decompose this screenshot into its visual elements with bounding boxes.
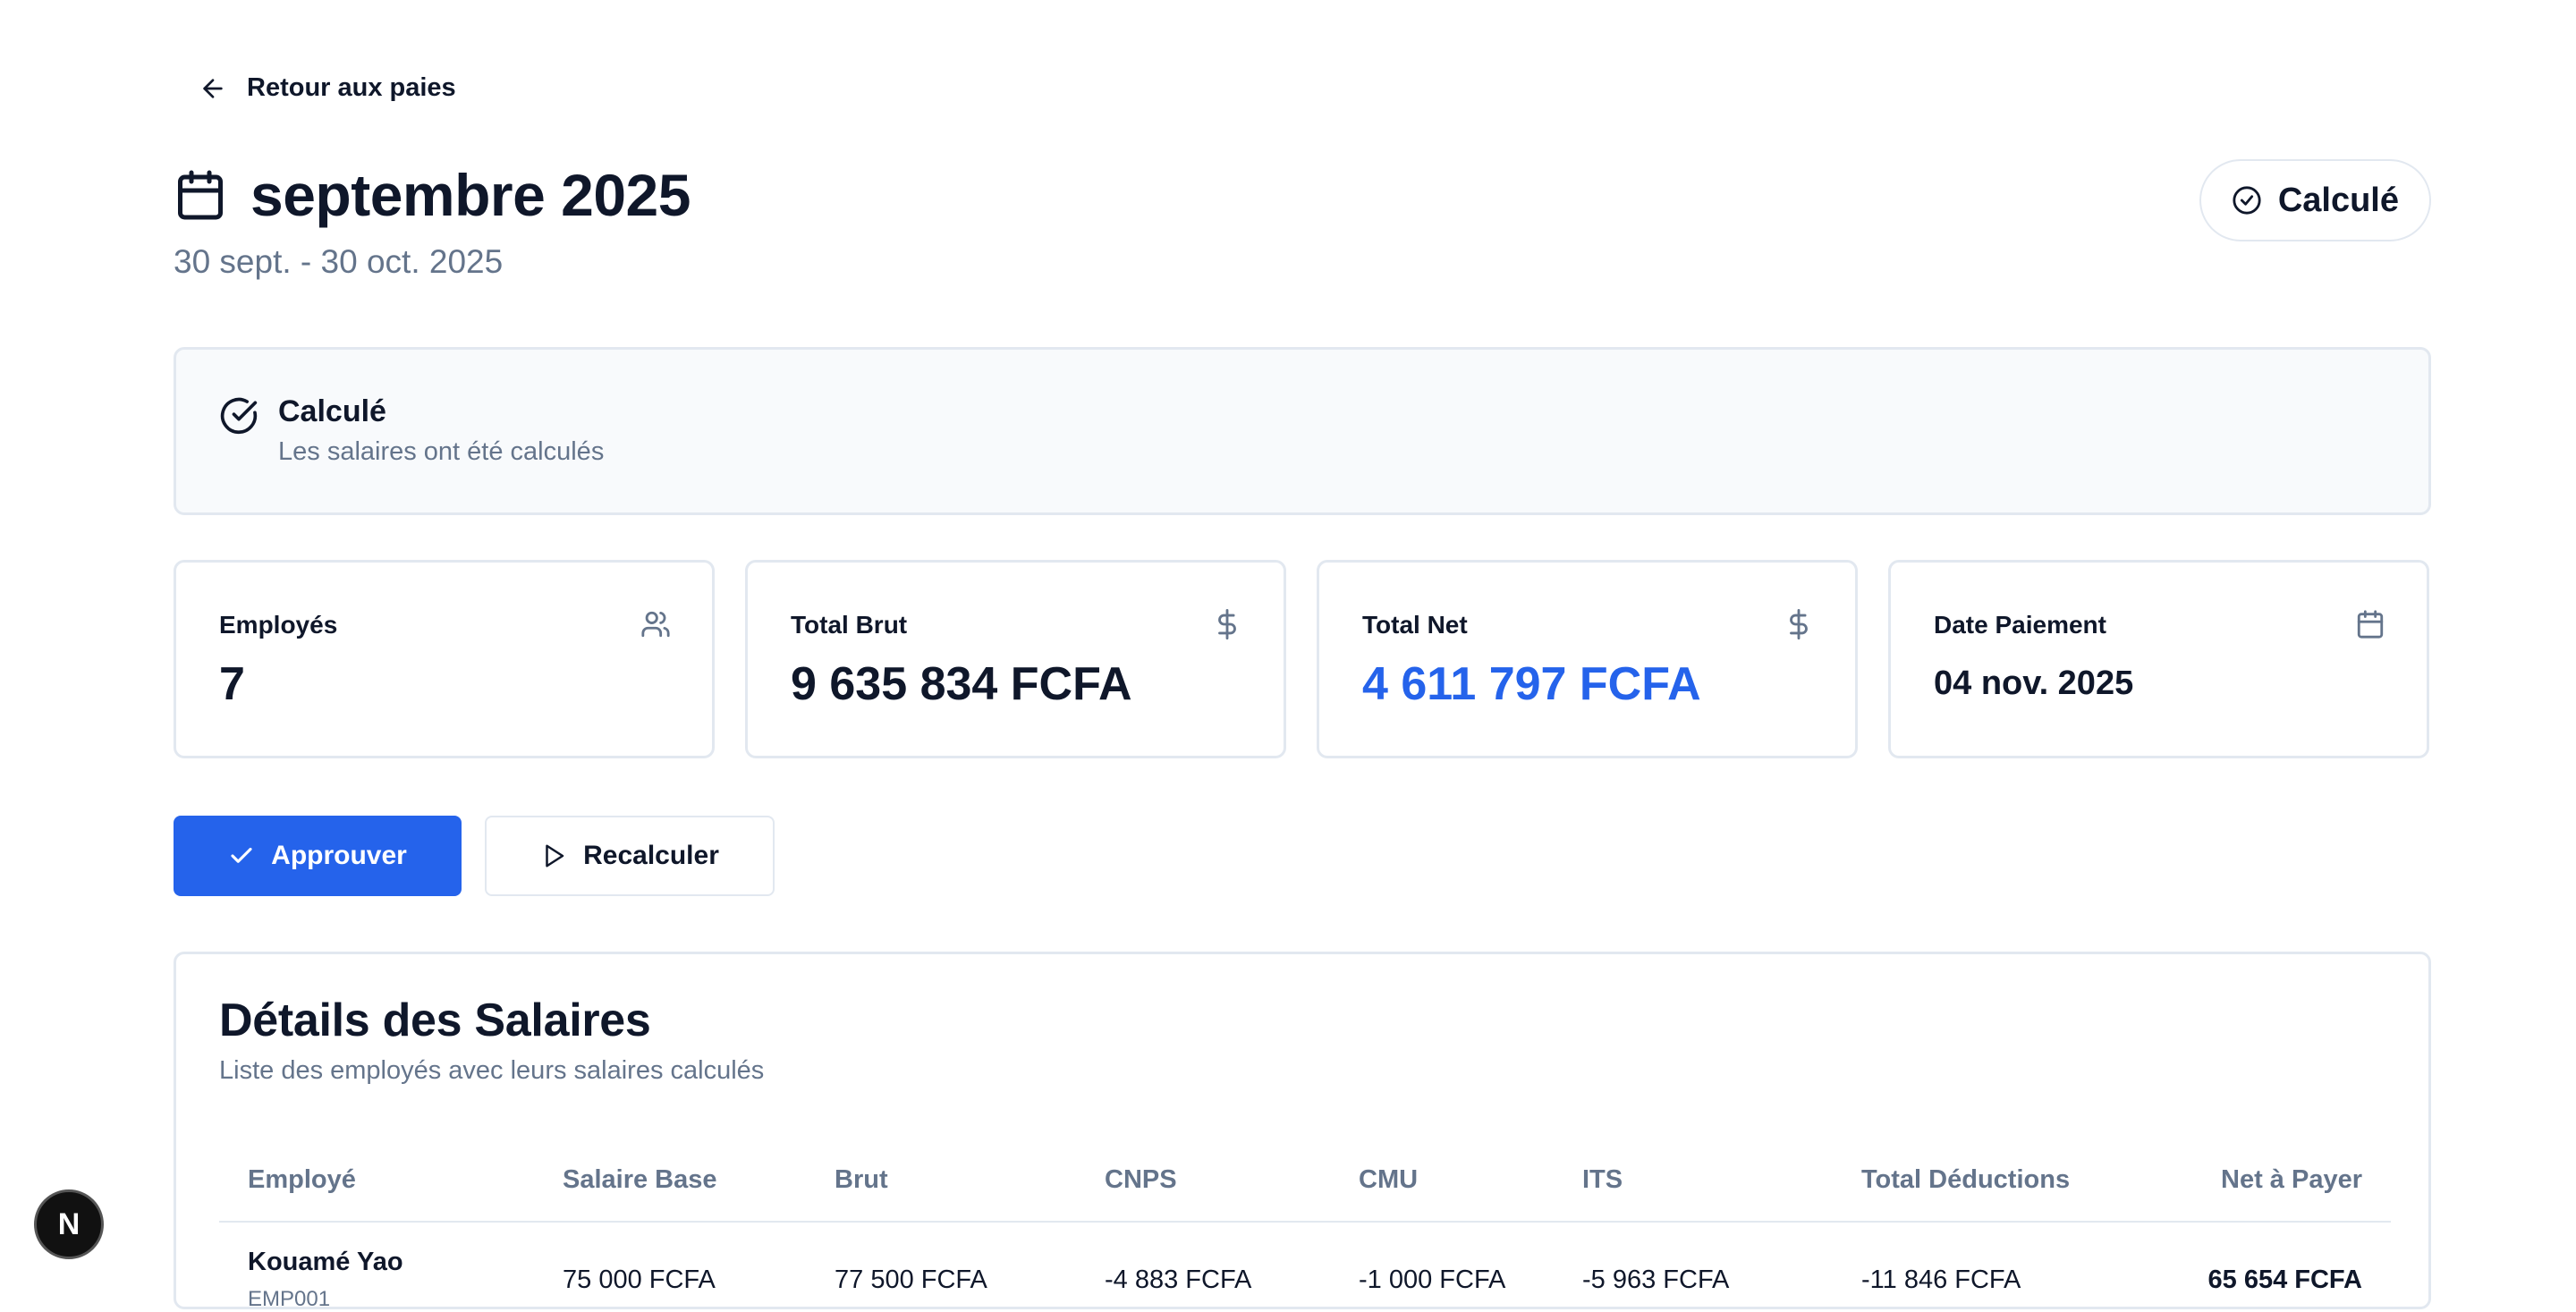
column-header: Brut (835, 1165, 888, 1194)
stat-label: Total Brut (791, 611, 908, 639)
column-header: Salaire Base (563, 1165, 717, 1194)
stat-value: 04 nov. 2025 (1934, 664, 2134, 702)
page-header: septembre 2025 (174, 161, 691, 229)
back-link-label: Retour aux paies (247, 73, 456, 102)
cell-total-deductions: -11 846 FCFA (1861, 1265, 2021, 1294)
salary-details-card: Détails des Salaires Liste des employés … (174, 952, 2431, 1312)
details-title: Détails des Salaires (219, 995, 651, 1046)
users-icon (641, 611, 670, 638)
calendar-icon (2357, 610, 2384, 639)
approve-button-label: Approuver (271, 841, 407, 870)
stat-label: Date Paiement (1934, 611, 2106, 639)
recalculate-button-label: Recalculer (583, 841, 719, 870)
dollar-icon (1790, 609, 1808, 639)
alert-description: Les salaires ont été calculés (278, 437, 605, 466)
play-icon (546, 844, 564, 868)
table-row[interactable]: Kouamé Yao EMP001 75 000 FCFA 77 500 FCF… (219, 1223, 2391, 1312)
cell-net-pay: 65 654 FCFA (2207, 1265, 2362, 1294)
status-badge-label: Calculé (2277, 181, 2399, 219)
nextjs-dev-button[interactable]: N (34, 1189, 104, 1259)
cell-cnps: -4 883 FCFA (1105, 1265, 1252, 1294)
alert-title: Calculé (278, 394, 386, 428)
column-header: CMU (1359, 1165, 1419, 1194)
check-icon (231, 847, 252, 863)
table-header: Employé Salaire Base Brut CNPS CMU ITS T… (219, 1153, 2391, 1223)
employee-name: Kouamé Yao (248, 1248, 403, 1276)
stats-cards: Employés 7 Total Brut 9 635 834 FCFA Tot… (174, 560, 2429, 758)
stat-value: 9 635 834 FCFA (791, 658, 1132, 710)
recalculate-button[interactable]: Recalculer (485, 816, 775, 896)
action-buttons: Approuver Recalculer (174, 816, 775, 896)
cell-cmu: -1 000 FCFA (1359, 1265, 1506, 1294)
check-circle-icon (220, 397, 258, 435)
stat-card-payment-date: Date Paiement 04 nov. 2025 (1888, 560, 2429, 758)
back-link[interactable]: Retour aux paies (199, 73, 456, 103)
stat-label: Total Net (1362, 611, 1468, 639)
details-description: Liste des employés avec leurs salaires c… (219, 1056, 765, 1085)
column-header: Net à Payer (2221, 1165, 2362, 1194)
period-range: 30 sept. - 30 oct. 2025 (174, 243, 504, 280)
stat-card-employees: Employés 7 (174, 560, 715, 758)
arrow-left-icon (203, 78, 223, 98)
cell-its: -5 963 FCFA (1582, 1265, 1730, 1294)
stat-card-total-brut: Total Brut 9 635 834 FCFA (745, 560, 1286, 758)
status-alert: Calculé Les salaires ont été calculés (174, 347, 2431, 515)
cell-gross: 77 500 FCFA (835, 1265, 987, 1294)
column-header: Total Déductions (1861, 1165, 2071, 1194)
stat-value: 4 611 797 FCFA (1362, 658, 1701, 710)
stat-card-total-net: Total Net 4 611 797 FCFA (1317, 560, 1858, 758)
column-header: CNPS (1105, 1165, 1177, 1194)
status-badge: Calculé (2199, 159, 2431, 241)
stat-value: 7 (219, 658, 245, 710)
check-circle-icon (2233, 186, 2261, 215)
fab-label: N (57, 1206, 80, 1241)
employee-code: EMP001 (248, 1287, 331, 1311)
page-title: septembre 2025 (250, 162, 691, 228)
stat-label: Employés (219, 611, 338, 639)
column-header: ITS (1582, 1165, 1623, 1194)
approve-button[interactable]: Approuver (174, 816, 462, 896)
column-header: Employé (248, 1165, 356, 1194)
calendar-icon (178, 170, 223, 220)
cell-base-salary: 75 000 FCFA (563, 1265, 716, 1294)
dollar-icon (1218, 609, 1236, 639)
